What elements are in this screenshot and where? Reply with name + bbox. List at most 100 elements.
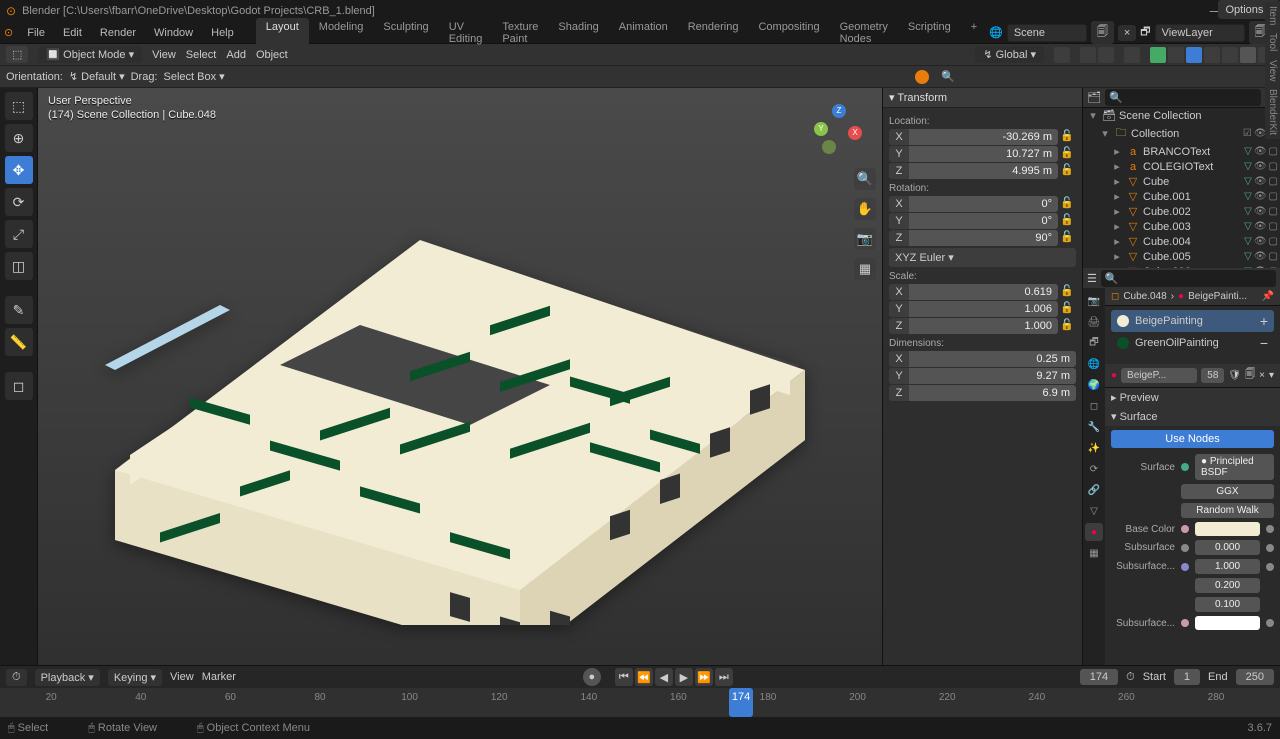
proptab-modifiers-icon[interactable]: 🔧 <box>1085 418 1103 436</box>
move-tool[interactable]: ✥ <box>5 156 33 184</box>
shading-solid-icon[interactable] <box>1222 47 1238 63</box>
timeline-view-menu[interactable]: View <box>170 671 194 683</box>
tab-compositing[interactable]: Compositing <box>748 18 829 48</box>
subsurface-r2[interactable]: 0.200 <box>1195 578 1260 593</box>
tab-sculpting[interactable]: Sculpting <box>373 18 438 48</box>
timeline-track[interactable]: 20 40 60 80 100 120 140 160 180 200 220 … <box>0 688 1280 717</box>
keying-menu[interactable]: Keying ▾ <box>108 669 162 686</box>
outliner-item[interactable]: ▸aCOLEGIOText▽👁▢ <box>1083 159 1280 174</box>
proptab-material-icon[interactable]: ● <box>1085 523 1103 541</box>
scene-collection-row[interactable]: ▾🗃Scene Collection <box>1083 108 1280 123</box>
rot-z[interactable]: 90° <box>909 230 1058 246</box>
proptab-object-icon[interactable]: ◻ <box>1085 397 1103 415</box>
jump-start-icon[interactable]: ⏮ <box>615 668 633 686</box>
tab-shading[interactable]: Shading <box>548 18 608 48</box>
start-frame[interactable]: 1 <box>1174 669 1200 685</box>
proptab-scene-icon[interactable]: 🌐 <box>1085 355 1103 373</box>
window-menu[interactable]: Window <box>146 25 201 41</box>
surface-shader[interactable]: ● Principled BSDF <box>1195 454 1274 480</box>
viewlayer-field[interactable]: ViewLayer <box>1155 24 1245 42</box>
outliner-type-icon[interactable]: 🗂 <box>1087 91 1101 104</box>
distribution-dropdown[interactable]: GGX <box>1181 484 1274 499</box>
props-type-icon[interactable]: ☰ <box>1087 272 1097 285</box>
scale-y[interactable]: 1.006 <box>909 301 1058 317</box>
tab-layout[interactable]: Layout <box>256 18 309 48</box>
outliner-item[interactable]: ▸▽Cube▽👁▢ <box>1083 174 1280 189</box>
measure-tool[interactable]: 📏 <box>5 328 33 356</box>
mode-dropdown[interactable]: 🔲 Object Mode ▾ <box>38 46 142 63</box>
new-material-icon[interactable]: 🗐 <box>1245 367 1255 384</box>
nav-gizmo[interactable]: Z Y X <box>814 104 864 154</box>
drag-dropdown[interactable]: Select Box ▾ <box>164 70 225 83</box>
unlink-material-icon[interactable]: × <box>1259 370 1265 381</box>
annotate-tool[interactable]: ✎ <box>5 296 33 324</box>
view-menu[interactable]: View <box>152 49 176 61</box>
timeline-type-icon[interactable]: ⏱ <box>6 669 27 686</box>
tab-animation[interactable]: Animation <box>609 18 678 48</box>
outliner-item[interactable]: ▸▽Cube.002▽👁▢ <box>1083 204 1280 219</box>
transform-orientation[interactable]: ↯ Global ▾ <box>975 46 1044 63</box>
perspective-icon[interactable]: ▦ <box>854 258 876 280</box>
snap-icon[interactable] <box>1080 47 1096 63</box>
axis-y-icon[interactable]: Y <box>814 122 828 136</box>
material-menu-icon[interactable]: ▾ <box>1269 370 1274 381</box>
loc-z[interactable]: 4.995 m <box>909 163 1058 179</box>
edit-menu[interactable]: Edit <box>55 25 90 41</box>
loc-y[interactable]: 10.727 m <box>909 146 1058 162</box>
file-menu[interactable]: File <box>19 25 53 41</box>
tab-tool[interactable]: Tool <box>1267 33 1278 51</box>
keyframe-next-icon[interactable]: ⏩ <box>695 668 713 686</box>
base-color-swatch[interactable] <box>1195 522 1260 536</box>
rot-y[interactable]: 0° <box>909 213 1058 229</box>
play-icon[interactable]: ▶ <box>675 668 693 686</box>
material-users[interactable]: 58 <box>1201 368 1224 383</box>
sss-method-dropdown[interactable]: Random Walk <box>1181 503 1274 518</box>
snap-to[interactable] <box>1098 47 1114 63</box>
proptab-viewlayer-icon[interactable]: 🗗 <box>1085 334 1103 352</box>
rotate-tool[interactable]: ⟳ <box>5 188 33 216</box>
material-name-field[interactable]: BeigeP... <box>1121 368 1197 383</box>
autokey-icon[interactable]: ● <box>583 668 601 686</box>
cursor-tool[interactable]: ⊕ <box>5 124 33 152</box>
preview-range-icon[interactable]: ⏱ <box>1126 671 1135 684</box>
axis-neg-icon[interactable] <box>822 140 836 154</box>
search-icon[interactable]: 🔍 <box>941 70 955 83</box>
proptab-data-icon[interactable]: ▽ <box>1085 502 1103 520</box>
tab-view-side[interactable]: View <box>1267 60 1278 82</box>
current-frame[interactable]: 174 <box>1080 669 1118 685</box>
subsurface-color-swatch[interactable] <box>1195 616 1260 630</box>
axis-z-icon[interactable]: Z <box>832 104 846 118</box>
proptab-particles-icon[interactable]: ✨ <box>1085 439 1103 457</box>
preview-panel[interactable]: ▸ Preview <box>1105 388 1280 407</box>
outliner-item[interactable]: ▸▽Cube.003▽👁▢ <box>1083 219 1280 234</box>
proptab-world-icon[interactable]: 🌍 <box>1085 376 1103 394</box>
add-cube-tool[interactable]: ◻ <box>5 372 33 400</box>
proptab-output-icon[interactable]: 🖨 <box>1085 313 1103 331</box>
scene-new-button[interactable]: 🗐 <box>1091 21 1114 44</box>
3d-viewport[interactable]: User Perspective (174) Scene Collection … <box>38 88 882 665</box>
tab-rendering[interactable]: Rendering <box>678 18 749 48</box>
tab-item[interactable]: Item <box>1267 6 1278 25</box>
transform-tool[interactable]: ◫ <box>5 252 33 280</box>
material-slot[interactable]: BeigePainting+ <box>1111 310 1274 332</box>
overlay-toggle[interactable] <box>1168 47 1184 63</box>
tab-blenderkit[interactable]: BlenderKit <box>1267 89 1278 135</box>
help-menu[interactable]: Help <box>203 25 242 41</box>
collection-row[interactable]: ▾🗀Collection☑👁▢ <box>1083 123 1280 144</box>
shading-matprev-icon[interactable] <box>1240 47 1256 63</box>
pin-icon[interactable]: 📌 <box>1262 291 1274 302</box>
outliner-item[interactable]: ▸▽Cube.005▽👁▢ <box>1083 249 1280 264</box>
axis-x-icon[interactable]: X <box>848 126 862 140</box>
timeline-marker-menu[interactable]: Marker <box>202 671 236 683</box>
pivot-icon[interactable] <box>1054 47 1070 63</box>
rot-x[interactable]: 0° <box>909 196 1058 212</box>
dim-y[interactable]: 9.27 m <box>909 368 1076 384</box>
proptab-physics-icon[interactable]: ⟳ <box>1085 460 1103 478</box>
tab-uv-editing[interactable]: UV Editing <box>439 18 493 48</box>
scene-field[interactable]: Scene <box>1007 24 1087 42</box>
tab-texture-paint[interactable]: Texture Paint <box>492 18 548 48</box>
playback-menu[interactable]: Playback ▾ <box>35 669 100 686</box>
outliner-item[interactable]: ▸▽Cube.001▽👁▢ <box>1083 189 1280 204</box>
editor-type-icon[interactable]: ⬚ <box>6 46 28 63</box>
subsurface-r1[interactable]: 1.000 <box>1195 559 1260 574</box>
